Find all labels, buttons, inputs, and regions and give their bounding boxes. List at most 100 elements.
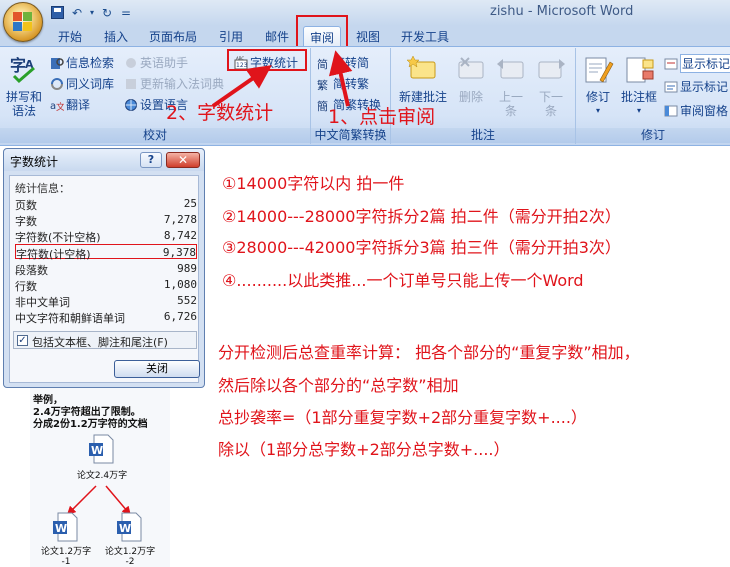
track-changes-dropdown-icon: ▾	[595, 106, 600, 115]
stat-label: 字符数(计空格)	[16, 248, 91, 261]
reviewing-pane-label: 审阅窗格	[680, 104, 729, 118]
next-comment-button[interactable]: 下一 条	[531, 54, 571, 118]
stat-value: 6,726	[163, 310, 197, 323]
svg-text:繁: 繁	[317, 78, 328, 91]
next-comment-icon	[538, 59, 565, 79]
stats-header: 统计信息：	[15, 182, 70, 195]
thesaurus-button[interactable]: 同义词库	[50, 75, 114, 92]
translate-icon: a文	[50, 101, 64, 112]
proofing-group-label: 校对	[0, 128, 310, 143]
svg-text:W: W	[55, 522, 67, 535]
annotation-step2: 2、字数统计	[166, 102, 274, 124]
show-markup-2-icon	[664, 81, 678, 92]
research-button[interactable]: 信息检索	[50, 54, 114, 71]
word-doc-icon: W	[53, 512, 78, 542]
calc-line-3: 总抄袭率=（1部分重复字数+2部分重复字数+....）	[218, 408, 587, 427]
stat-row-chinese-chars: 中文字符和朝鲜语单词 6,726	[15, 309, 197, 325]
include-textboxes-checkbox[interactable]: ✓ 包括文本框、脚注和尾注(F)	[13, 331, 197, 349]
balloons-icon	[626, 57, 654, 83]
tab-insert[interactable]: 插入	[104, 28, 128, 45]
stat-label: 非中文单词	[15, 296, 70, 309]
undo-button[interactable]: ↶	[69, 5, 85, 21]
chinese-conversion-group-label: 中文简繁转换	[311, 128, 390, 143]
next-comment-label-1: 下一	[538, 90, 563, 104]
redo-button[interactable]: ↻	[99, 5, 115, 21]
ribbon: 字 A 拼写和 语法 信息检索 同义词库 a文 翻译 英语助手 更新输入法词典	[0, 46, 730, 146]
tab-home[interactable]: 开始	[58, 28, 82, 45]
stat-value: 25	[183, 197, 197, 210]
chinese-conversion-group: 简 繁转简 繁 简转繁 簡 简繁转换 中文简繁转换	[311, 48, 391, 144]
dialog-title-bar: 字数统计 ? ✕	[4, 149, 204, 171]
tracking-group: 修订 ▾ 批注框 ▾ 显示标记 显示标记 审阅窗格 修订	[576, 48, 730, 144]
reviewing-pane-icon	[664, 105, 678, 116]
close-button[interactable]: 关闭	[114, 360, 200, 378]
include-checkbox-label: 包括文本框、脚注和尾注(F)	[32, 336, 168, 349]
show-markup-1-button[interactable]: 显示标记	[664, 54, 730, 73]
english-assistant-button[interactable]: 英语助手	[124, 54, 188, 71]
track-changes-button[interactable]: 修订 ▾	[580, 54, 616, 118]
help-button[interactable]: ?	[140, 152, 162, 168]
undo-dropdown[interactable]: ▾	[88, 5, 96, 21]
tab-developer[interactable]: 开发工具	[401, 28, 449, 45]
new-comment-button[interactable]: 新建批注	[395, 54, 451, 104]
tab-view[interactable]: 视图	[356, 28, 380, 45]
save-button[interactable]	[50, 5, 66, 21]
show-markup-1-label: 显示标记	[680, 54, 730, 73]
customize-qat-button[interactable]: =	[118, 5, 134, 21]
word-count-dialog: 字数统计 ? ✕ 统计信息： 页数 25 字数 7,278 字符数(不计空格) 8,7…	[3, 148, 205, 388]
split-example-diagram: 举例， 2.4万字符超出了限制。 分成2份1.2万字符的文档 W 论文2.4万字…	[30, 388, 170, 567]
rule-4: ④..........以此类推...一个订单号只能上传一个Word	[222, 271, 584, 290]
previous-comment-label-1: 上一	[498, 90, 523, 104]
to-traditional-button[interactable]: 繁 简转繁	[317, 75, 369, 92]
close-icon: ✕	[177, 153, 189, 167]
stat-value: 1,080	[163, 278, 197, 291]
stat-row-chars-no-spaces: 字符数(不计空格) 8,742	[15, 228, 197, 244]
dialog-title: 字数统计	[10, 155, 59, 169]
stat-label: 段落数	[15, 264, 48, 277]
stat-value: 8,742	[163, 229, 197, 242]
spelling-grammar-button[interactable]: 字 A 拼写和 语法	[4, 54, 44, 118]
update-ime-button[interactable]: 更新输入法词典	[124, 75, 224, 92]
tab-references[interactable]: 引用	[219, 28, 243, 45]
stat-row-chars-with-spaces: 字符数(计空格) 9,378	[15, 244, 197, 261]
stat-label: 字符数(不计空格)	[15, 231, 101, 244]
reviewing-pane-button[interactable]: 审阅窗格	[664, 102, 728, 119]
tab-mailings[interactable]: 邮件	[265, 28, 289, 45]
ribbon-tabs: 开始 插入 页面布局 引用 邮件 审阅 视图 开发工具	[0, 26, 730, 47]
dialog-body: 统计信息： 页数 25 字数 7,278 字符数(不计空格) 8,742 字符数(计空…	[9, 175, 200, 383]
window-title: zishu - Microsoft Word	[490, 4, 634, 19]
dialog-close-button[interactable]: ✕	[166, 152, 200, 168]
stat-row-non-chinese-words: 非中文单词 552	[15, 293, 197, 309]
svg-text:文: 文	[56, 101, 64, 112]
translate-button[interactable]: a文 翻译	[50, 96, 90, 113]
update-ime-label: 更新输入法词典	[140, 77, 225, 91]
show-markup-2-button[interactable]: 显示标记	[664, 78, 728, 95]
svg-text:W: W	[91, 444, 103, 457]
child-doc-1-label-line1: 论文1.2万字	[40, 547, 92, 557]
svg-text:簡: 簡	[317, 99, 328, 112]
tracking-group-label: 修订	[576, 128, 730, 143]
to-simplified-button[interactable]: 简 繁转简	[317, 54, 369, 71]
office-button[interactable]	[3, 2, 43, 42]
tab-page-layout[interactable]: 页面布局	[149, 28, 197, 45]
word-count-highlight	[227, 49, 307, 71]
stat-label: 字数	[15, 215, 37, 228]
spelling-icon: 字 A	[10, 56, 35, 84]
show-markup-2-label: 显示标记	[680, 80, 729, 94]
show-markup-icon	[664, 58, 678, 69]
balloons-button[interactable]: 批注框 ▾	[618, 54, 660, 118]
svg-text:字: 字	[10, 56, 26, 75]
previous-comment-icon	[497, 59, 524, 79]
child-doc-2-label: 论文1.2万字 -2	[102, 544, 158, 567]
traditional-to-simplified-icon: 简	[317, 57, 328, 70]
word-doc-icon: W	[117, 512, 142, 542]
globe-icon	[125, 98, 137, 111]
checkmark-icon: ✓	[17, 335, 28, 346]
previous-comment-label-2: 条	[504, 104, 517, 118]
translate-label: 翻译	[66, 98, 91, 112]
delete-comment-button[interactable]: 删除	[451, 54, 491, 104]
research-label: 信息检索	[66, 56, 115, 70]
stat-value: 9,378	[162, 246, 196, 259]
previous-comment-button[interactable]: 上一 条	[491, 54, 531, 118]
assistant-icon	[126, 57, 136, 68]
